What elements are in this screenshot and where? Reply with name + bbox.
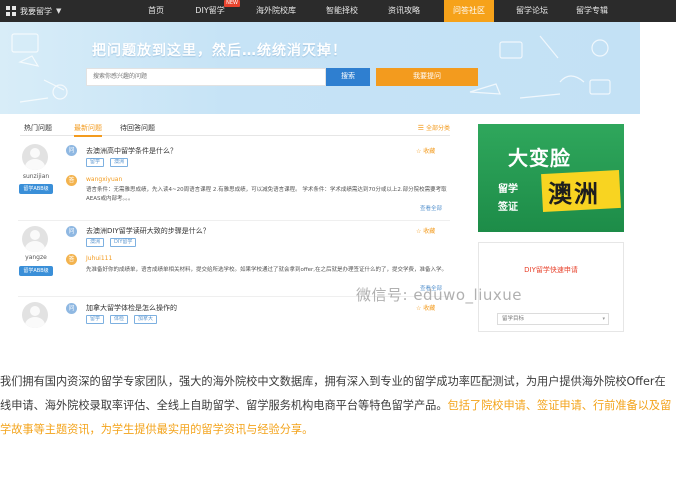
search-button[interactable]: 搜索 [326,68,370,86]
screenshot-root: { "nav": { "menu_label": "我要留学", "items"… [0,0,676,484]
avatar[interactable] [22,144,48,170]
user-level-badge: 留学ABB级 [19,184,53,194]
favorite-link[interactable]: ☆ 收藏 [416,146,435,155]
nav-item-diy[interactable]: DIY留学 NEW [188,0,240,22]
question-tabs: 热门问题 最新问题 待回答问题 ☰ 全部分类 [20,120,450,137]
ask-question-button[interactable]: 我要提问 [376,68,478,86]
nav-item-smart-select[interactable]: 智能择校 [320,0,364,22]
dropdown-arrow-icon: ▾ [602,316,605,322]
question-title[interactable]: 去澳洲高中留学条件是什么？ [86,146,177,156]
view-all-link[interactable]: 查看全部 [420,204,442,212]
grid-menu-icon [6,6,16,16]
promo-line1: 留学 [498,184,518,195]
question-title[interactable]: 加拿大留学体检是怎么操作的 [86,303,177,313]
study-goal-select[interactable]: 留学目标 ▾ [497,313,609,325]
all-categories-label: 全部分类 [425,125,450,132]
tab-latest-questions[interactable]: 最新问题 [74,123,102,137]
new-badge: NEW [224,0,240,7]
avatar[interactable] [22,226,48,252]
question-tag[interactable]: DIY留学 [110,238,137,247]
top-navigation-bar: 我要留学 ▼ 首页 DIY留学 NEW 海外院校库 智能择校 资讯攻略 问答社区… [0,0,676,22]
question-tag[interactable]: 留学 [86,158,105,167]
qa-banner: 把问题放到这里，然后…统统消灭掉！ 搜索 我要提问 [0,22,640,114]
question-tag[interactable]: 澳洲 [86,238,105,247]
nav-item-diy-label: DIY留学 [195,6,225,15]
user-name[interactable]: sunzijian [18,173,54,180]
banner-headline: 把问题放到这里，然后…统统消灭掉！ [92,43,347,59]
caret-down-icon: ▼ [56,7,62,15]
study-abroad-menu-label: 我要留学 [20,6,52,16]
question-mark-icon: 问 [66,226,77,237]
answer-mark-icon: 答 [66,175,77,186]
favorite-label: 收藏 [423,148,436,155]
promo-title: 大变脸 [508,146,571,170]
wechat-watermark: 微信号: eduwo_liuxue [356,286,522,304]
favorite-label: 收藏 [423,305,436,312]
favorite-label: 收藏 [423,228,436,235]
question-tag[interactable]: 留学 [86,315,105,324]
nav-item-school-db[interactable]: 海外院校库 [250,0,302,22]
nav-item-qa[interactable]: 问答社区 [444,0,494,22]
answer-mark-icon: 答 [66,254,77,265]
nav-item-news[interactable]: 资讯攻略 [382,0,426,22]
promo-stamp-text: 澳洲 [548,180,600,208]
question-tag[interactable]: 体检 [110,315,129,324]
description-paragraph: 我们拥有国内资深的留学专家团队，强大的海外院校中文数据库，拥有深入到专业的留学成… [0,370,676,442]
user-name[interactable]: yangze [18,254,54,261]
quick-apply-title: DIY留学快速申请 [524,266,578,274]
nav-item-album[interactable]: 留学专辑 [570,0,614,22]
question-tag[interactable]: 加拿大 [134,315,158,324]
question-mark-icon: 问 [66,145,77,156]
nav-item-forum[interactable]: 留学论坛 [510,0,554,22]
answerer-name[interactable]: Juhui111 [86,255,112,262]
avatar[interactable] [22,302,48,328]
promo-line2: 签证 [498,202,518,213]
study-goal-label: 留学目标 [502,316,525,322]
question-search-input[interactable] [86,68,326,86]
answer-excerpt: 先准备好你的成绩单，语言成绩单相关材料，提交给所选学校。如果学校通过了就会拿到o… [86,267,448,273]
answer-excerpt: 语言条件：无需雅思成绩，先入读4~20周语言课程 2.有雅思成绩，可以减免语言课… [86,187,447,202]
question-item: sunzijian 留学ABB级 问 去澳洲高中留学条件是什么？ ☆ 收藏 留学… [18,140,450,218]
user-level-badge: 留学ABB级 [19,266,53,276]
tab-unanswered-questions[interactable]: 待回答问题 [120,123,155,133]
favorite-link[interactable]: ☆ 收藏 [416,226,435,235]
visa-promo-banner[interactable]: 大变脸 留学 签证 澳洲 [478,124,624,232]
tab-hot-questions[interactable]: 热门问题 [24,123,52,133]
category-icon: ☰ [417,124,424,132]
answerer-name[interactable]: wangxiyuan [86,176,122,183]
divider [18,220,450,221]
nav-item-home[interactable]: 首页 [138,0,174,22]
study-abroad-menu[interactable]: 我要留学 ▼ [6,4,61,18]
all-categories-link[interactable]: ☰ 全部分类 [418,123,450,132]
question-mark-icon: 问 [66,303,77,314]
question-title[interactable]: 去澳洲DIY留学读研大致的步骤是什么？ [86,226,210,236]
question-tag[interactable]: 澳洲 [110,158,129,167]
